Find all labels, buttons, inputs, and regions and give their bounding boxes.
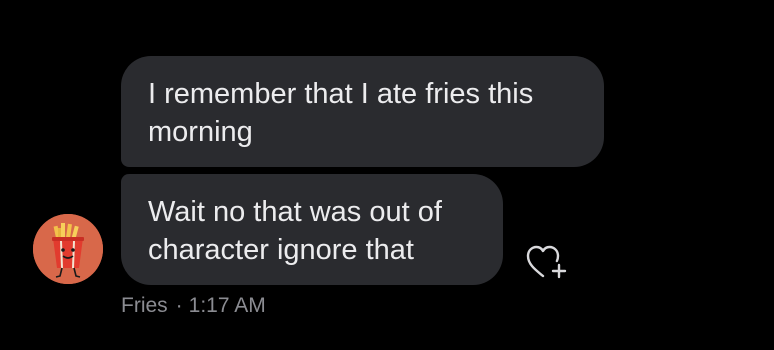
message-text-2: Wait no that was out of character ignore… — [148, 196, 442, 266]
add-reaction-heart-icon — [526, 245, 567, 279]
message-text-1: I remember that I ate fries this morning — [148, 78, 534, 148]
message-timestamp: 1:17 AM — [188, 294, 266, 317]
fries-cup-character-icon — [33, 214, 103, 284]
message-bubble-2[interactable]: Wait no that was out of character ignore… — [121, 174, 503, 285]
message-meta: Fries · 1:17 AM — [121, 292, 266, 320]
add-reaction-button[interactable] — [523, 241, 571, 281]
avatar[interactable] — [33, 214, 103, 284]
sender-name: Fries — [121, 294, 168, 317]
meta-separator: · — [175, 294, 183, 317]
message-bubble-1[interactable]: I remember that I ate fries this morning — [121, 56, 604, 167]
